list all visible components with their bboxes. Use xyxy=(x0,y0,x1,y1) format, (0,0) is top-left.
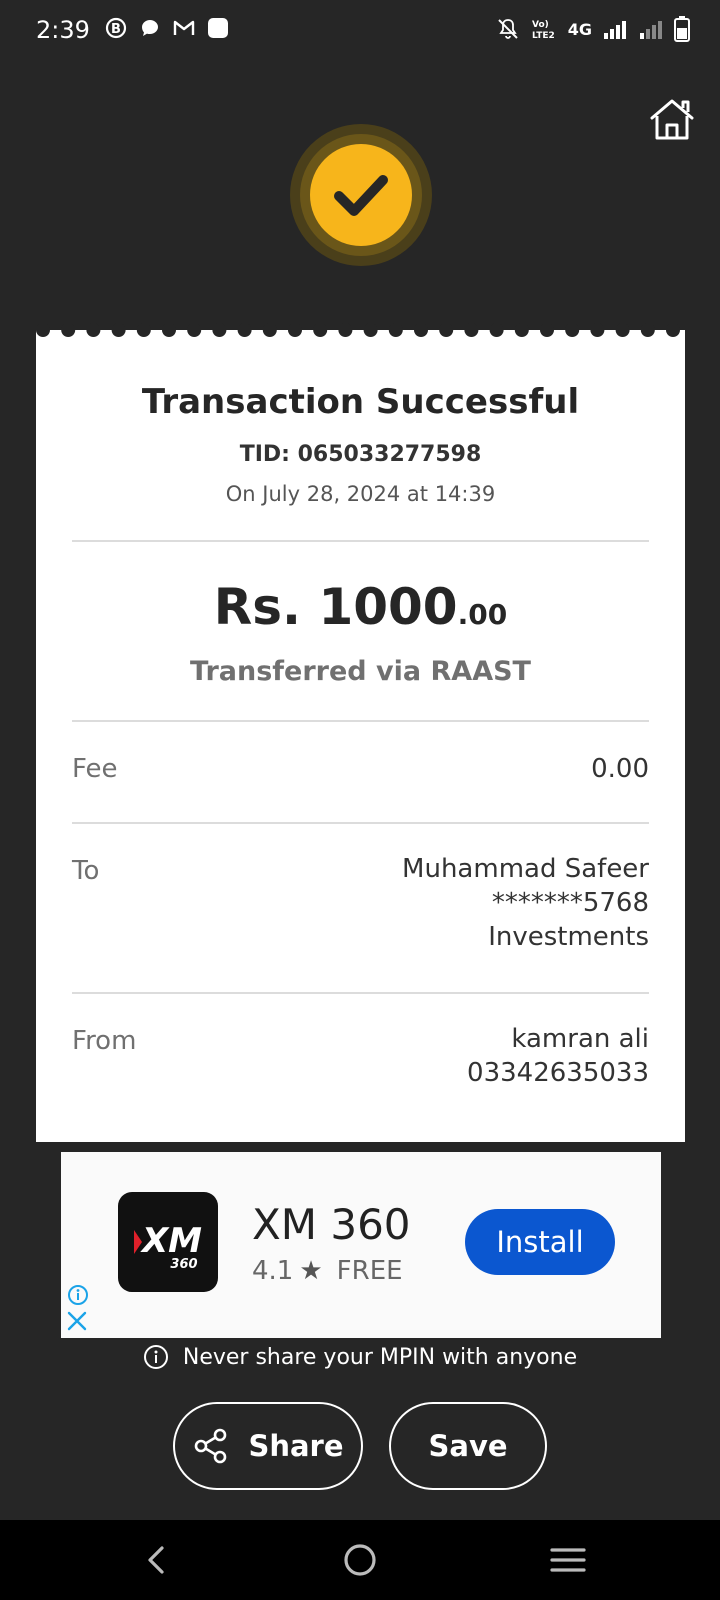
ad-price: FREE xyxy=(336,1256,403,1286)
sender-name: kamran ali xyxy=(511,1024,649,1054)
transaction-title: Transaction Successful xyxy=(141,382,580,422)
ad-rating: 4.1 xyxy=(252,1256,294,1286)
transfer-method: Transferred via RAAST xyxy=(190,656,531,687)
recipient-name: Muhammad Safeer xyxy=(402,854,649,884)
info-icon xyxy=(143,1345,168,1369)
from-label: From xyxy=(72,1026,137,1056)
gmail-icon xyxy=(173,20,195,35)
ad-app-logo[interactable]: XM 360 xyxy=(118,1192,218,1292)
status-time: 2:39 xyxy=(36,16,90,44)
from-details: kamran ali 03342635033 xyxy=(467,1022,649,1090)
signal-2-icon xyxy=(640,21,662,39)
mpin-notice: Never share your MPIN with anyone xyxy=(0,1344,720,1370)
ad-banner[interactable]: XM 360 XM 360 4.1 ★ FREE Install xyxy=(61,1152,661,1338)
receipt-scallop-edge xyxy=(36,322,685,338)
save-button[interactable]: Save xyxy=(389,1402,547,1490)
recipient-bank: Investments xyxy=(488,922,649,952)
check-icon xyxy=(334,175,388,216)
ad-logo-subtext: 360 xyxy=(170,1257,197,1272)
notification-icons: B xyxy=(104,16,230,40)
b-badge-icon: B xyxy=(105,17,127,39)
share-label: Share xyxy=(248,1429,344,1463)
app-notification-icon xyxy=(208,18,228,38)
transaction-amount: Rs. 1000.00 xyxy=(36,578,685,636)
divider xyxy=(72,822,649,824)
receipt-card: Transaction Successful TID: 065033277598… xyxy=(36,330,685,1142)
volte-icon: Vo)LTE2 xyxy=(532,20,555,41)
ad-rating-row: 4.1 ★ FREE xyxy=(252,1256,403,1286)
amount-decimal: .00 xyxy=(457,598,508,631)
sender-number: 03342635033 xyxy=(467,1058,649,1088)
recents-icon[interactable] xyxy=(550,1542,586,1578)
success-badge xyxy=(310,144,412,246)
amount-currency: Rs. xyxy=(213,578,319,636)
ad-close-icon[interactable] xyxy=(66,1310,88,1332)
home-icon[interactable] xyxy=(648,96,696,144)
ad-app-name[interactable]: XM 360 xyxy=(252,1200,411,1249)
svg-text:LTE2: LTE2 xyxy=(532,31,555,41)
share-icon xyxy=(195,1428,227,1464)
back-icon[interactable] xyxy=(140,1542,176,1578)
ad-info-icon[interactable] xyxy=(67,1284,89,1306)
ad-logo-text: XM xyxy=(140,1221,202,1261)
signal-icon xyxy=(604,21,626,39)
transaction-date: On July 28, 2024 at 14:39 xyxy=(225,482,496,506)
status-bar: 2:39 B Vo) LTE2 4G xyxy=(0,0,720,60)
battery-icon xyxy=(674,16,690,42)
system-nav-bar xyxy=(0,1520,720,1600)
message-icon xyxy=(142,20,158,36)
divider xyxy=(72,992,649,994)
svg-text:Vo): Vo) xyxy=(532,20,549,30)
amount-main: 1000 xyxy=(318,578,458,636)
home-circle-icon[interactable] xyxy=(342,1542,378,1578)
mpin-notice-text: Never share your MPIN with anyone xyxy=(182,1344,578,1370)
system-status-icons: Vo) LTE2 4G xyxy=(496,16,690,42)
install-button[interactable]: Install xyxy=(465,1209,615,1275)
network-type: 4G xyxy=(567,19,592,39)
fee-value: 0.00 xyxy=(591,754,649,784)
to-details: Muhammad Safeer *******5768 Investments xyxy=(402,852,649,954)
save-label: Save xyxy=(428,1429,508,1463)
divider xyxy=(72,540,649,542)
divider xyxy=(72,720,649,722)
svg-text:B: B xyxy=(111,22,121,37)
transaction-id: TID: 065033277598 xyxy=(239,442,482,467)
to-label: To xyxy=(72,856,100,886)
fee-label: Fee xyxy=(72,754,118,784)
mute-icon xyxy=(498,19,518,39)
share-button[interactable]: Share xyxy=(173,1402,363,1490)
recipient-account: *******5768 xyxy=(491,888,649,918)
star-icon: ★ xyxy=(299,1256,323,1286)
